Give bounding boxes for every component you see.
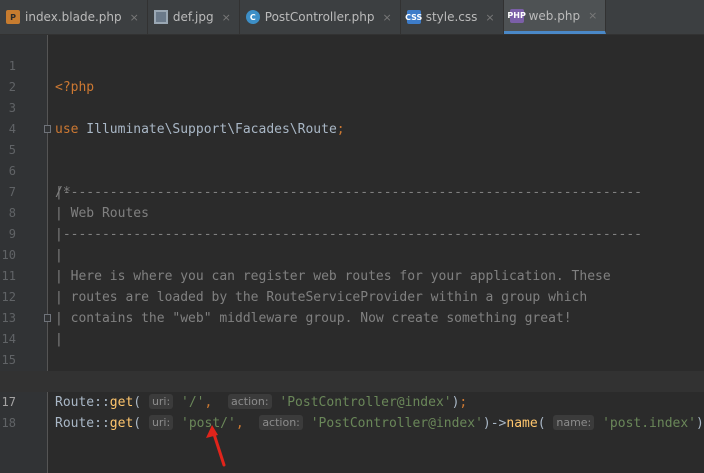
code-editor[interactable]: 1 <?php 2 3 use Illuminate\Support\Facad… — [0, 35, 704, 473]
arrow-operator: -> — [490, 416, 507, 431]
code-line-7[interactable]: 7 | Web Routes — [0, 161, 704, 221]
code-line-10[interactable]: 10 | Here is where you can register web … — [0, 224, 704, 284]
code-line-8[interactable]: 8 |-------------------------------------… — [0, 182, 704, 242]
red-arrow-annotation-icon — [206, 425, 226, 467]
css-file-icon: CSS — [405, 10, 422, 24]
code-line-2[interactable]: 2 — [0, 56, 704, 94]
tab-label: style.css — [425, 10, 478, 24]
close-icon[interactable]: × — [382, 11, 391, 24]
code-line-12[interactable]: 12 | contains the "web" middleware group… — [0, 266, 704, 326]
get-method: get — [109, 416, 134, 431]
param-hint-action: action: — [259, 415, 303, 430]
close-paren: ) — [482, 416, 491, 431]
code-line-5[interactable]: 5 /* — [0, 119, 704, 200]
param-hint-uri: uri: — [148, 415, 174, 430]
code-line-17[interactable]: 17 Route::get( uri: 'post/', action: 'Po… — [0, 371, 704, 431]
tab-label: web.php — [528, 8, 581, 23]
tab-label: index.blade.php — [25, 10, 122, 24]
close-paren: ) — [696, 416, 704, 431]
code-line-6[interactable]: 6 |-------------------------------------… — [0, 140, 704, 200]
name-string: 'post.index' — [602, 416, 697, 431]
action-string: 'PostController@index' — [310, 416, 483, 431]
param-hint-name: name: — [553, 415, 595, 430]
open-paren: ( — [537, 416, 546, 431]
name-method: name — [506, 416, 538, 431]
php-file-icon: PHP — [507, 8, 526, 23]
tab-style-css[interactable]: CSS style.css × — [401, 0, 504, 34]
fold-toggle-icon[interactable] — [44, 125, 51, 133]
fold-toggle-icon[interactable] — [44, 314, 51, 322]
php-class-icon: C — [245, 10, 260, 24]
code-line-13[interactable]: 13 | — [0, 287, 704, 347]
route-class: Route — [55, 416, 95, 431]
close-icon[interactable]: × — [222, 11, 231, 24]
comma: , — [235, 416, 244, 431]
tab-label: def.jpg — [172, 10, 214, 24]
close-icon[interactable]: × — [588, 9, 597, 22]
tab-label: PostController.php — [264, 10, 375, 24]
close-icon[interactable]: × — [485, 11, 494, 24]
code-line-3[interactable]: 3 use Illuminate\Support\Facades\Route; — [0, 77, 704, 137]
code-line-11[interactable]: 11 | routes are loaded by the RouteServi… — [0, 245, 704, 305]
tab-index-blade-php[interactable]: P index.blade.php × — [0, 0, 148, 34]
code-line-16[interactable]: 16 Route::get( uri: '/', action: 'PostCo… — [0, 350, 704, 410]
close-icon[interactable]: × — [130, 11, 139, 24]
tab-def-jpg[interactable]: def.jpg × — [148, 0, 240, 34]
code-line-9[interactable]: 9 | — [0, 203, 704, 263]
code-line-4[interactable]: 4 — [0, 98, 704, 136]
code-line-14[interactable]: 14 */ — [0, 308, 704, 389]
code-line-1[interactable]: 1 <?php — [0, 35, 704, 95]
open-paren: ( — [133, 416, 142, 431]
code-line-15[interactable]: 15 — [0, 329, 704, 367]
tab-web-php[interactable]: PHP web.php × — [503, 0, 607, 34]
editor-tab-bar: P index.blade.php × def.jpg × C PostCont… — [0, 0, 704, 35]
image-file-icon — [153, 10, 168, 24]
static-operator: :: — [94, 416, 110, 431]
code-line-18[interactable]: 18 — [0, 392, 704, 430]
line-number: 18 — [1, 416, 16, 430]
tab-postcontroller-php[interactable]: C PostController.php × — [240, 0, 401, 34]
php-file-icon: P — [6, 10, 20, 24]
